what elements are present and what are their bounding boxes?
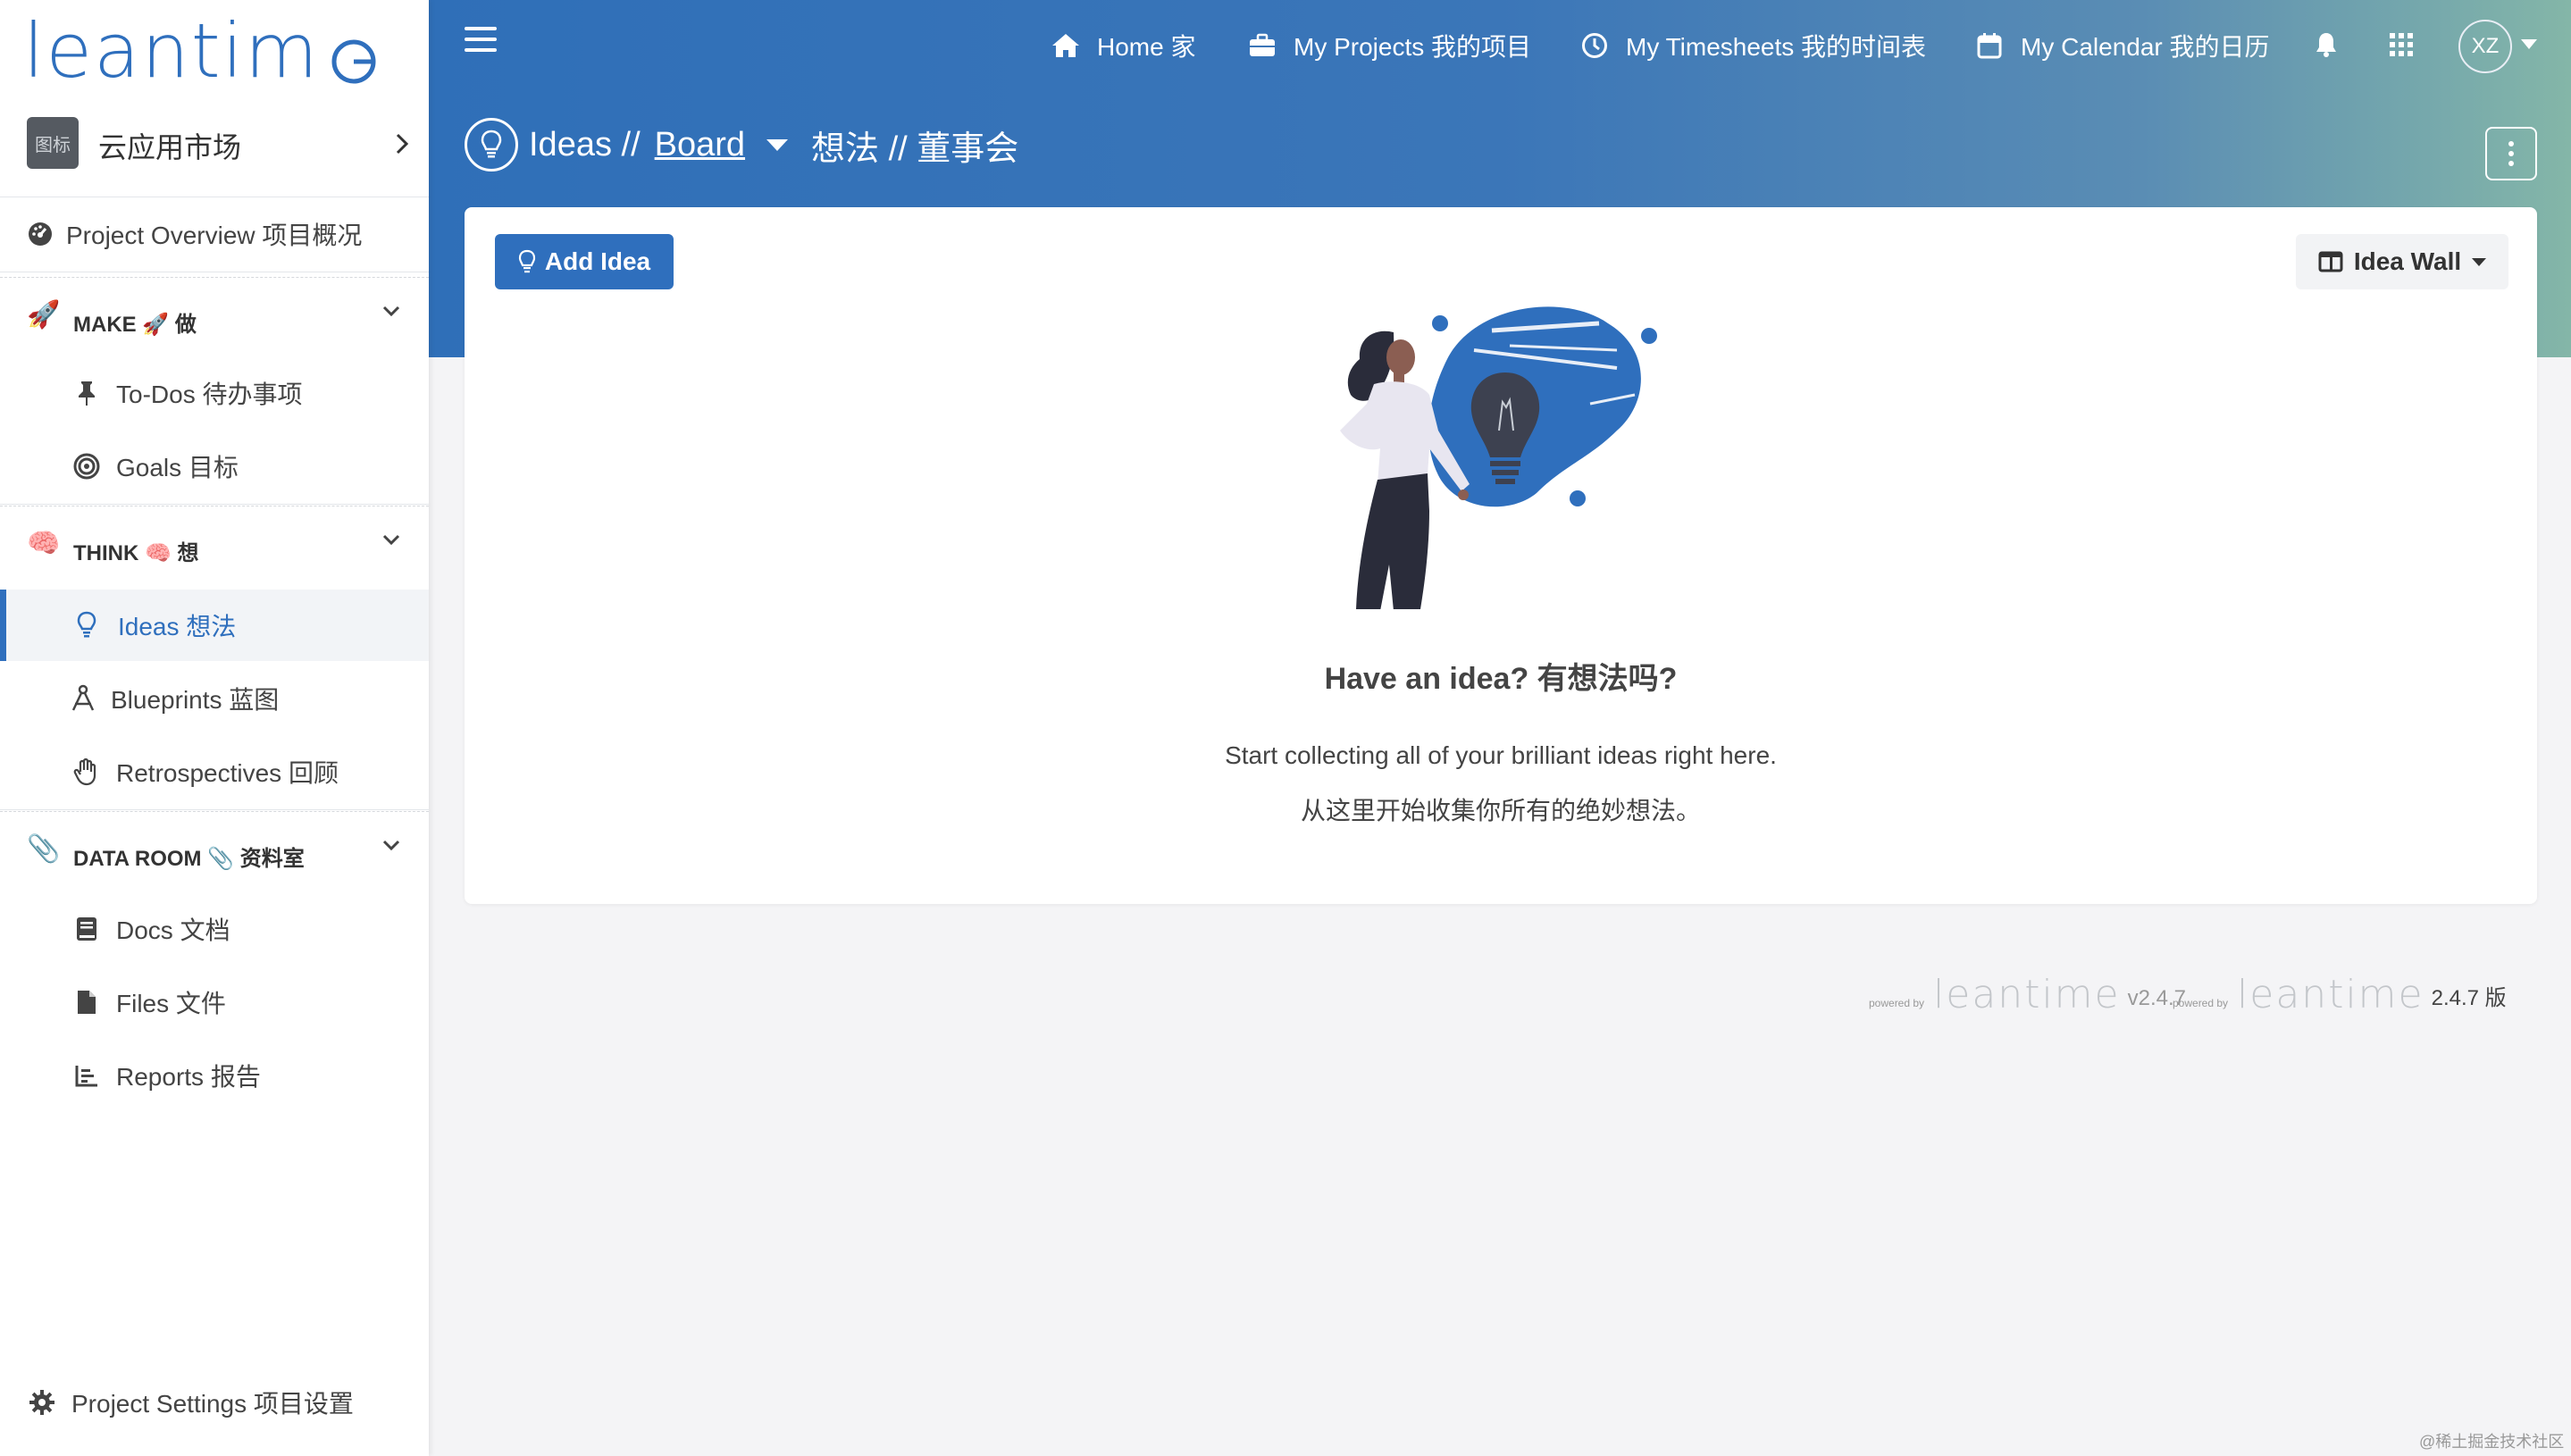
home-icon (1051, 30, 1081, 61)
nav-my-timesheets-label: My Timesheets 我的时间表 (1626, 33, 1927, 61)
lightbulb-icon (518, 249, 536, 274)
project-avatar: 图标 (27, 117, 79, 169)
powered-by-text: powered by (2173, 997, 2229, 1009)
project-name: 云应用市场 (98, 131, 242, 163)
bell-icon[interactable] (2310, 29, 2342, 61)
chart-icon (71, 1060, 102, 1091)
sidebar-item-label: Ideas 想法 (118, 613, 237, 640)
add-idea-button[interactable]: Add Idea (495, 234, 674, 289)
file-icon (71, 987, 102, 1017)
more-options-button[interactable] (2485, 127, 2537, 180)
version-text: 2.4.7 版 (2431, 986, 2507, 1010)
chevron-right-icon (393, 130, 411, 164)
svg-text:leantim: leantim (23, 13, 320, 93)
calendar-icon (1974, 30, 2005, 61)
sidebar-item-files[interactable]: Files 文件 (0, 966, 429, 1038)
powered-by-badge[interactable]: powered by leantime v2.4.7 (1869, 970, 2186, 1015)
chevron-down-icon (381, 299, 402, 328)
nav-my-calendar-label: My Calendar 我的日历 (2021, 33, 2270, 61)
caret-down-icon[interactable] (2521, 39, 2537, 49)
sidebar-item-label: Files 文件 (116, 990, 226, 1017)
page-title: Ideas // Board 想法 // 董事会 (465, 116, 1018, 173)
hand-icon (71, 757, 102, 787)
sidebar-item-label: Retrospectives 回顾 (116, 759, 339, 787)
sidebar-item-label: Reports 报告 (116, 1063, 261, 1091)
idea-wall-label: Idea Wall (2353, 247, 2462, 275)
sidebar-item-docs[interactable]: Docs 文档 (0, 893, 429, 965)
nav-home-label: Home 家 (1097, 33, 1196, 61)
target-icon (71, 451, 102, 481)
sidebar-item-project-overview[interactable]: Project Overview 项目概况 (0, 198, 429, 270)
sidebar-item-label: Docs 文档 (116, 916, 230, 944)
nav-my-projects-label: My Projects 我的项目 (1294, 33, 1532, 61)
lightbulb-icon (465, 118, 518, 172)
rocket-icon: 🚀 (27, 300, 61, 330)
title-prefix: Ideas // (529, 125, 641, 163)
sidebar-item-retrospectives[interactable]: Retrospectives 回顾 (0, 736, 429, 807)
sidebar-item-label: Goals 目标 (116, 454, 239, 481)
nav-my-projects[interactable]: My Projects 我的项目 (1247, 25, 1531, 66)
idea-wall-dropdown[interactable]: Idea Wall (2296, 234, 2508, 289)
sidebar-item-ideas[interactable]: Ideas 想法 (0, 590, 429, 661)
board-link[interactable]: Board (655, 126, 745, 164)
pin-icon (71, 378, 102, 408)
sidebar-item-todos[interactable]: To-Dos 待办事项 (0, 357, 429, 429)
caret-down-icon (2472, 257, 2487, 266)
empty-state-title: Have an idea? 有想法吗? (1324, 662, 1678, 696)
gear-icon (27, 1387, 57, 1418)
clock-icon (1579, 30, 1610, 61)
project-switcher[interactable]: 图标 云应用市场 (0, 109, 429, 180)
user-avatar[interactable]: XZ (2458, 20, 2512, 73)
leantime-logo[interactable]: leantim (23, 13, 381, 93)
sidebar-item-blueprints[interactable]: Blueprints 蓝图 (0, 663, 429, 734)
idea-illustration (1340, 306, 1657, 609)
ideas-card: Add Idea Idea Wall Have an idea? 有想法吗? S… (465, 207, 2537, 904)
sidebar-item-reports[interactable]: Reports 报告 (0, 1040, 429, 1111)
nav-my-calendar[interactable]: My Calendar 我的日历 (1974, 25, 2270, 66)
chevron-down-icon (381, 833, 402, 862)
sidebar-item-label: Project Overview 项目概况 (66, 222, 363, 249)
compass-drafting-icon (68, 683, 98, 714)
apps-grid-icon[interactable] (2385, 29, 2417, 61)
section-data-room[interactable]: 📎 DATA ROOM 📎 资料室 (0, 811, 429, 891)
add-idea-label: Add Idea (544, 247, 651, 275)
title-suffix: 想法 // 董事会 (811, 130, 1019, 168)
powered-by-badge-cn[interactable]: powered by leantime 2.4.7 版 (2173, 970, 2507, 1015)
book-icon (71, 914, 102, 944)
empty-state-description-cn: 从这里开始收集你所有的绝妙想法。 (1300, 797, 1701, 824)
section-title: MAKE 🚀 做 (73, 313, 197, 337)
section-make[interactable]: 🚀 MAKE 🚀 做 (0, 277, 429, 357)
sidebar-item-goals[interactable]: Goals 目标 (0, 431, 429, 502)
menu-toggle-button[interactable] (465, 27, 497, 54)
empty-state-description: Start collecting all of your brilliant i… (1225, 741, 1777, 769)
watermark: @稀土掘金技术社区 (2419, 1433, 2565, 1451)
sidebar: leantim 图标 云应用市场 Project Overview 项目概况 🚀… (0, 0, 429, 1456)
leantime-wordmark: leantime (1933, 972, 2121, 1017)
caret-down-icon[interactable] (766, 138, 789, 151)
sidebar-item-label: Project Settings 项目设置 (71, 1390, 354, 1418)
powered-by-text: powered by (1869, 997, 1925, 1009)
paperclip-icon: 📎 (27, 834, 61, 864)
chevron-down-icon (381, 528, 402, 556)
columns-icon (2318, 251, 2343, 272)
lightbulb-icon (71, 610, 102, 640)
section-title: DATA ROOM 📎 资料室 (73, 847, 305, 871)
nav-my-timesheets[interactable]: My Timesheets 我的时间表 (1579, 25, 1926, 66)
sidebar-item-project-settings[interactable]: Project Settings 项目设置 (0, 1367, 429, 1438)
section-think[interactable]: 🧠 THINK 🧠 想 (0, 506, 429, 586)
sidebar-item-label: Blueprints 蓝图 (111, 686, 280, 714)
nav-home[interactable]: Home 家 (1051, 25, 1195, 66)
dashboard-icon (25, 219, 55, 249)
section-title: THINK 🧠 想 (73, 541, 199, 565)
briefcase-icon (1247, 30, 1277, 61)
leantime-wordmark: leantime (2237, 972, 2424, 1017)
brain-icon: 🧠 (27, 529, 61, 558)
sidebar-item-label: To-Dos 待办事项 (116, 381, 303, 408)
